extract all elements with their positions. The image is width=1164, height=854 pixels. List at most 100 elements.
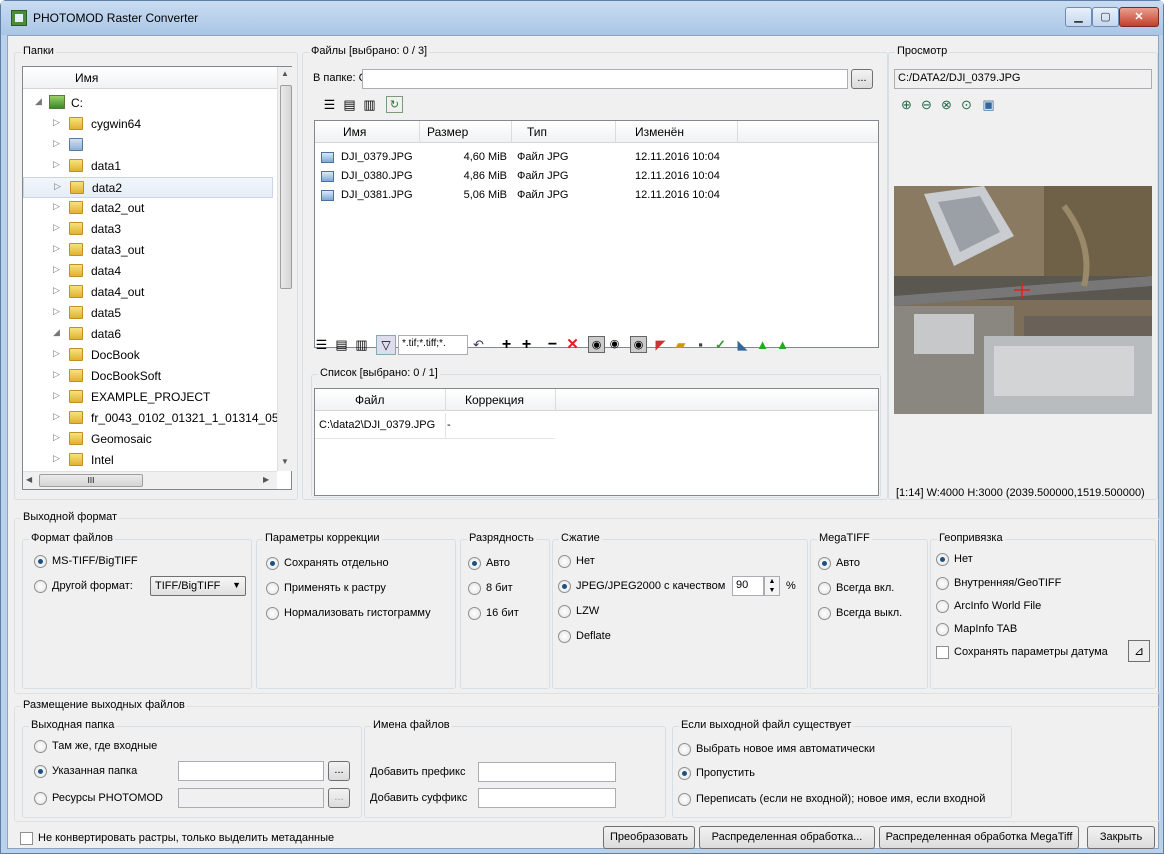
georef-mapinfo-radio[interactable] xyxy=(936,623,949,636)
expand-arrow-icon[interactable]: ▷ xyxy=(53,432,60,443)
distributed-megatiff-button[interactable]: Распределенная обработка MegaTiff xyxy=(879,826,1079,849)
auto-name-radio[interactable] xyxy=(678,743,691,756)
col-correction[interactable]: Коррекция xyxy=(465,393,524,407)
bitdepth-16-radio[interactable] xyxy=(468,607,481,620)
tree-item[interactable]: ▷ data1 xyxy=(23,156,273,177)
expand-arrow-icon[interactable]: ▷ xyxy=(53,306,60,317)
list-details-icon[interactable]: ☰ xyxy=(313,336,330,353)
tree-item[interactable]: ▷ fr_0043_0102_01321_1_01314_05_ xyxy=(23,408,285,429)
tree-item[interactable]: ▷ Geomosaic xyxy=(23,429,273,450)
ms-tiff-radio[interactable] xyxy=(34,555,47,568)
compression-none-radio[interactable] xyxy=(558,555,571,568)
expand-arrow-icon[interactable]: ▷ xyxy=(53,159,60,170)
tree-hscroll-thumb[interactable]: III xyxy=(39,474,143,487)
photomod-resources-radio[interactable] xyxy=(34,792,47,805)
collapse-arrow-icon[interactable]: ◢ xyxy=(35,96,42,107)
add-icon[interactable]: + xyxy=(498,336,515,353)
expand-arrow-icon[interactable]: ▷ xyxy=(53,453,60,464)
undo-filter-icon[interactable]: ↶ xyxy=(470,336,487,353)
expand-arrow-icon[interactable]: ▷ xyxy=(53,117,60,128)
megatiff-auto-radio[interactable] xyxy=(818,557,831,570)
list-list-icon[interactable]: ▤ xyxy=(333,336,350,353)
save-separately-radio[interactable] xyxy=(266,557,279,570)
tree-horizontal-scrollbar[interactable]: ◀ III ▶ xyxy=(23,471,277,489)
scroll-right-icon[interactable]: ▶ xyxy=(263,475,269,484)
expand-arrow-icon[interactable]: ▷ xyxy=(53,390,60,401)
expand-arrow-icon[interactable]: ▷ xyxy=(53,264,60,275)
tree-drive-c[interactable]: ◢ C: xyxy=(23,93,273,114)
zoom-actual-icon[interactable]: ⊙ xyxy=(958,96,975,113)
tree-item[interactable]: ▷ data3_out xyxy=(23,240,273,261)
tree-item[interactable]: ▷ EXAMPLE_PROJECT xyxy=(23,387,273,408)
view-columns-icon[interactable]: ▥ xyxy=(361,96,378,113)
suffix-input[interactable] xyxy=(478,788,616,808)
add-all-icon[interactable]: + xyxy=(518,336,535,353)
zoom-fit-icon[interactable]: ⊗ xyxy=(938,96,955,113)
expand-arrow-icon[interactable]: ▷ xyxy=(53,285,60,296)
col-name[interactable]: Имя xyxy=(343,125,366,139)
file-row[interactable]: DJI_0379.JPG 4,60 MiB Файл JPG 12.11.2016 1… xyxy=(315,149,878,168)
expand-arrow-icon[interactable]: ▷ xyxy=(53,369,60,380)
megatiff-on-radio[interactable] xyxy=(818,582,831,595)
refresh-icon[interactable]: ↻ xyxy=(386,96,403,113)
remove-icon[interactable]: − xyxy=(544,336,561,353)
expand-arrow-icon[interactable]: ▷ xyxy=(53,243,60,254)
expand-arrow-icon[interactable]: ▷ xyxy=(54,181,61,192)
filter-icon[interactable]: ▽ xyxy=(376,335,396,355)
scroll-down-icon[interactable]: ▼ xyxy=(281,457,289,466)
skip-radio[interactable] xyxy=(678,767,691,780)
tree-scroll-thumb[interactable] xyxy=(280,85,292,289)
format-select[interactable]: TIFF/BigTIFF ▼ xyxy=(150,576,246,596)
col-modified[interactable]: Изменён xyxy=(635,125,684,139)
tree-item[interactable]: ▷ data4_out xyxy=(23,282,273,303)
expand-arrow-icon[interactable]: ▷ xyxy=(53,138,60,149)
list-columns-icon[interactable]: ▥ xyxy=(353,336,370,353)
col-separator[interactable] xyxy=(737,121,738,143)
eye-settings-icon[interactable]: ◉ xyxy=(630,336,647,353)
prefix-input[interactable] xyxy=(478,762,616,782)
save-datum-checkbox[interactable] xyxy=(936,646,949,659)
maximize-button[interactable]: ▢ xyxy=(1092,7,1119,27)
folder-tree[interactable]: Имя ◢ C: ▷ cygwin64 ▷ ▷ data1 ▷ data2 ▷ data2_ou… xyxy=(22,66,293,490)
files-path-field[interactable] xyxy=(362,69,848,89)
tree-item[interactable]: ▷ data4 xyxy=(23,261,273,282)
normalize-histogram-radio[interactable] xyxy=(266,607,279,620)
close-button[interactable]: Закрыть xyxy=(1087,826,1155,849)
georef-worldfile-radio[interactable] xyxy=(936,600,949,613)
tree-vertical-scrollbar[interactable]: ▲ ▼ xyxy=(277,67,293,471)
bitdepth-auto-radio[interactable] xyxy=(468,557,481,570)
list-row[interactable]: C:\data2\DJI_0379.JPG - xyxy=(315,413,555,439)
bitdepth-8-radio[interactable] xyxy=(468,582,481,595)
check-icon[interactable]: ✓ xyxy=(712,336,729,353)
compression-deflate-radio[interactable] xyxy=(558,630,571,643)
compression-lzw-radio[interactable] xyxy=(558,605,571,618)
expand-arrow-icon[interactable]: ▷ xyxy=(53,201,60,212)
megatiff-off-radio[interactable] xyxy=(818,607,831,620)
view-list-icon[interactable]: ▤ xyxy=(341,96,358,113)
filter-field[interactable]: *.tif;*.tiff;*. xyxy=(398,335,468,355)
save-icon[interactable]: ▪ xyxy=(692,336,709,353)
same-as-input-radio[interactable] xyxy=(34,740,47,753)
apply-to-raster-radio[interactable] xyxy=(266,582,279,595)
tree-item[interactable]: ▷ cygwin64 xyxy=(23,114,273,135)
col-file[interactable]: Файл xyxy=(355,393,385,407)
quality-spinner[interactable]: ▲ ▼ xyxy=(764,576,780,596)
overwrite-radio[interactable] xyxy=(678,793,691,806)
tree-item[interactable]: ▷ DocBookSoft xyxy=(23,366,273,387)
file-row[interactable]: DJI_0381.JPG 5,06 MiB Файл JPG 12.11.2016 1… xyxy=(315,187,878,206)
distributed-button[interactable]: Распределенная обработка... xyxy=(699,826,875,849)
eye-icon[interactable]: ◉ xyxy=(606,336,623,353)
view-details-icon[interactable]: ☰ xyxy=(321,96,338,113)
expand-arrow-icon[interactable]: ▷ xyxy=(53,411,60,422)
preview-eye-icon[interactable]: ◉ xyxy=(588,336,605,353)
col-separator[interactable] xyxy=(419,121,420,143)
triangle-multi-icon[interactable]: ▲ xyxy=(774,336,791,353)
file-row[interactable]: DJI_0380.JPG 4,86 MiB Файл JPG 12.11.2016 1… xyxy=(315,168,878,187)
quality-input[interactable]: 90 xyxy=(732,576,764,596)
tree-item[interactable]: ▷ data3 xyxy=(23,219,273,240)
specified-folder-input[interactable] xyxy=(178,761,324,781)
col-size[interactable]: Размер xyxy=(427,125,468,139)
scroll-up-icon[interactable]: ▲ xyxy=(281,69,289,78)
preview-image[interactable] xyxy=(894,186,1152,414)
specified-folder-radio[interactable] xyxy=(34,765,47,778)
